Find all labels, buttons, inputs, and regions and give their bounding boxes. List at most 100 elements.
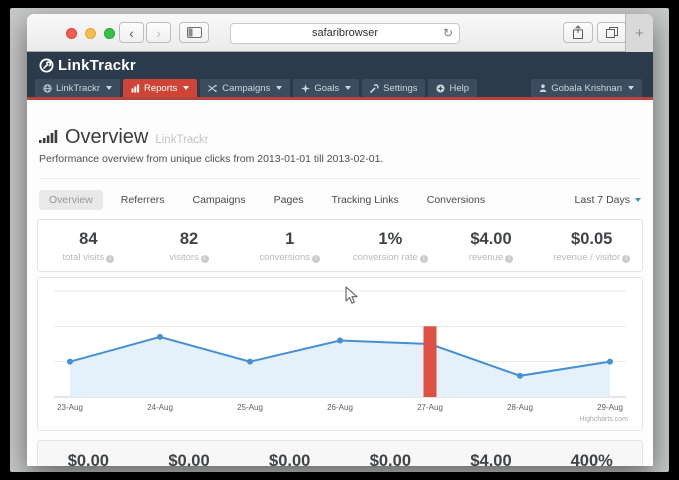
- tab-pages[interactable]: Pages: [264, 190, 314, 210]
- chevron-down-icon: [345, 86, 351, 90]
- stat-cost-day: $0.00 cost / day: [239, 452, 340, 466]
- stat-value: $0.00: [239, 452, 340, 466]
- wrench-icon: [370, 84, 379, 93]
- stat-label: revenue: [441, 252, 542, 263]
- nav-item-linktrackr[interactable]: LinkTrackr: [35, 79, 120, 97]
- svg-text:26-Aug: 26-Aug: [327, 403, 353, 412]
- info-icon[interactable]: [622, 255, 630, 263]
- bar-chart-icon: [39, 130, 58, 143]
- stat-conversion-rate: 1% conversion rate: [340, 230, 441, 263]
- page-head: Overview LinkTrackr Performance overview…: [37, 100, 643, 179]
- user-icon: [539, 84, 547, 92]
- goal-star-icon: [301, 84, 310, 93]
- help-icon: [436, 84, 445, 93]
- reload-icon[interactable]: ↻: [443, 26, 453, 40]
- nav-item-goals[interactable]: Goals: [293, 79, 359, 97]
- nav-item-help[interactable]: Help: [428, 79, 477, 97]
- nav-label: LinkTrackr: [56, 83, 100, 94]
- nav-item-campaigns[interactable]: Campaigns: [200, 79, 290, 97]
- back-button[interactable]: ‹: [119, 22, 144, 43]
- visits-chart: 23-Aug24-Aug25-Aug26-Aug27-Aug28-Aug29-A…: [37, 277, 643, 431]
- show-all-tabs-button[interactable]: [597, 22, 627, 43]
- close-window-button[interactable]: [66, 28, 77, 39]
- stat-cpa: $0.00 cpa: [340, 452, 441, 466]
- divider: [39, 178, 641, 179]
- tab-overview[interactable]: Overview: [39, 190, 103, 210]
- sidebar-toggle-button[interactable]: [179, 22, 209, 43]
- browser-toolbar: ‹ › safaribrowser ↻: [27, 14, 653, 52]
- stat-label: conversion rate: [340, 252, 441, 263]
- tab-referrers[interactable]: Referrers: [111, 190, 175, 210]
- linktrackr-logo[interactable]: LinkTrackr: [39, 57, 136, 74]
- stat-label: total visits: [38, 252, 139, 263]
- mouse-cursor: [345, 286, 358, 310]
- zoom-window-button[interactable]: [104, 28, 115, 39]
- chart-icon: [131, 84, 140, 93]
- stat-value: $0.00: [38, 452, 139, 466]
- stats-row-bottom: $0.00 total cost $0.00 cost / visit $0.0…: [37, 440, 643, 466]
- share-icon: [572, 25, 584, 40]
- info-icon[interactable]: [201, 255, 209, 263]
- page-subtitle: Performance overview from unique clicks …: [39, 153, 641, 165]
- globe-icon: [43, 84, 52, 93]
- stat-revenue-visitor: $0.05 revenue / visitor: [541, 230, 642, 263]
- forward-button[interactable]: ›: [146, 22, 171, 43]
- tab-conversions[interactable]: Conversions: [417, 190, 495, 210]
- user-name: Gobala Krishnan: [551, 83, 622, 94]
- user-menu[interactable]: Gobala Krishnan: [531, 79, 642, 97]
- logo-text: LinkTrackr: [58, 57, 136, 74]
- safari-window: ‹ › safaribrowser ↻: [27, 14, 653, 466]
- tab-tracking-links[interactable]: Tracking Links: [321, 190, 408, 210]
- nav-label: Settings: [383, 83, 417, 94]
- date-range-dropdown[interactable]: Last 7 Days: [575, 194, 641, 206]
- info-icon[interactable]: [312, 255, 320, 263]
- svg-text:28-Aug: 28-Aug: [507, 403, 533, 412]
- stat-label: revenue / visitor: [541, 252, 642, 263]
- stat-cost-visit: $0.00 cost / visit: [139, 452, 240, 466]
- nav-label: Goals: [314, 83, 339, 94]
- new-tab-button[interactable]: +: [625, 14, 653, 52]
- minimize-window-button[interactable]: [85, 28, 96, 39]
- stat-revenue: $4.00 revenue: [441, 230, 542, 263]
- svg-text:23-Aug: 23-Aug: [57, 403, 83, 412]
- nav-label: Reports: [144, 83, 177, 94]
- app-navbar: LinkTrackr Reports Campaigns: [27, 79, 653, 100]
- stat-visitors: 82 visitors: [139, 230, 240, 263]
- stat-value: 1: [239, 230, 340, 249]
- address-text: safaribrowser: [312, 27, 378, 39]
- stat-value: 84: [38, 230, 139, 249]
- svg-text:24-Aug: 24-Aug: [147, 403, 173, 412]
- chevron-down-icon: [106, 86, 112, 90]
- stat-value: $0.00: [340, 452, 441, 466]
- stat-label: visitors: [139, 252, 240, 263]
- share-button[interactable]: [563, 22, 593, 43]
- address-bar[interactable]: safaribrowser ↻: [230, 23, 460, 44]
- chevron-down-icon: [628, 86, 634, 90]
- nav-item-settings[interactable]: Settings: [362, 79, 425, 97]
- stat-value: 82: [139, 230, 240, 249]
- tabs-overview-icon: [605, 26, 619, 39]
- stat-value: $4.00: [441, 452, 542, 466]
- nav-item-reports[interactable]: Reports: [123, 79, 197, 97]
- page-title-suffix: LinkTrackr: [155, 134, 208, 146]
- info-icon[interactable]: [505, 255, 513, 263]
- stat-roi: 400% roi: [541, 452, 642, 466]
- nav-label: Help: [449, 83, 469, 94]
- stat-value: 400%: [541, 452, 642, 466]
- area-chart: 23-Aug24-Aug25-Aug26-Aug27-Aug28-Aug29-A…: [38, 278, 642, 430]
- info-icon[interactable]: [106, 255, 114, 263]
- stat-conversions: 1 conversions: [239, 230, 340, 263]
- chevron-down-icon: [183, 86, 189, 90]
- chevron-down-icon: [276, 86, 282, 90]
- nav-label: Campaigns: [222, 83, 270, 94]
- tab-campaigns[interactable]: Campaigns: [183, 190, 256, 210]
- svg-text:29-Aug: 29-Aug: [597, 403, 623, 412]
- stat-label: conversions: [239, 252, 340, 263]
- stat-total-visits: 84 total visits: [38, 230, 139, 263]
- stats-row-top: 84 total visits 82 visitors 1 conversion…: [37, 219, 643, 272]
- stat-value: $0.05: [541, 230, 642, 249]
- info-icon[interactable]: [420, 255, 428, 263]
- stat-total-cost: $0.00 total cost: [38, 452, 139, 466]
- stat-value: $4.00: [441, 230, 542, 249]
- shuffle-icon: [208, 84, 218, 93]
